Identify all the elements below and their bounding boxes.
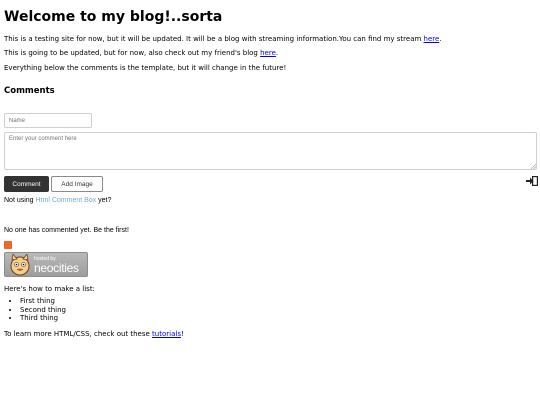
learn-more-line: To learn more HTML/CSS, check out these … [4, 330, 184, 338]
page-title: Welcome to my blog!..sorta [4, 9, 223, 25]
comment-textarea[interactable] [4, 132, 537, 170]
rss-feed-icon[interactable] [4, 241, 12, 249]
not-using-prefix: Not using [4, 197, 36, 204]
comment-button[interactable]: Comment [4, 176, 49, 192]
intro-line-1: This is a testing site for now, but it w… [4, 35, 442, 43]
stream-link[interactable]: here [424, 35, 440, 43]
login-icon[interactable] [525, 175, 539, 187]
neocities-name: neocities [34, 261, 79, 275]
name-input[interactable] [4, 113, 92, 128]
not-using-suffix: yet? [96, 197, 112, 204]
neocities-badge[interactable]: hosted by neocities [4, 252, 88, 277]
intro-line-1-text: This is a testing site for now, but it w… [4, 35, 424, 43]
hcb-link[interactable]: Html Comment Box [36, 197, 97, 204]
not-using-line: Not using Html Comment Box yet? [4, 197, 111, 204]
list-intro: Here's how to make a list: [4, 285, 95, 293]
example-list: First thing Second thing Third thing [4, 297, 66, 323]
list-item: Third thing [20, 314, 66, 323]
neocities-cat-logo-icon [10, 254, 30, 276]
intro-line-2: This is going to be updated, but for now… [4, 49, 278, 57]
tutorials-link[interactable]: tutorials [152, 330, 181, 338]
intro-line-2-text: This is going to be updated, but for now… [4, 49, 261, 57]
intro-line-1-end: . [439, 35, 442, 43]
comments-heading: Comments [4, 86, 55, 96]
intro-line-2-end: . [275, 49, 279, 57]
friend-blog-link[interactable]: here [260, 49, 276, 57]
learn-text: To learn more HTML/CSS, check out these [4, 330, 153, 338]
no-comments-message: No one has commented yet. Be the first! [4, 227, 129, 234]
resize-grip-icon[interactable] [531, 164, 536, 169]
learn-end: ! [180, 330, 184, 338]
intro-line-3: Everything below the comments is the tem… [4, 64, 287, 72]
add-image-button[interactable]: Add Image [51, 176, 103, 192]
list-item: First thing [20, 297, 66, 306]
list-item: Second thing [20, 306, 66, 315]
